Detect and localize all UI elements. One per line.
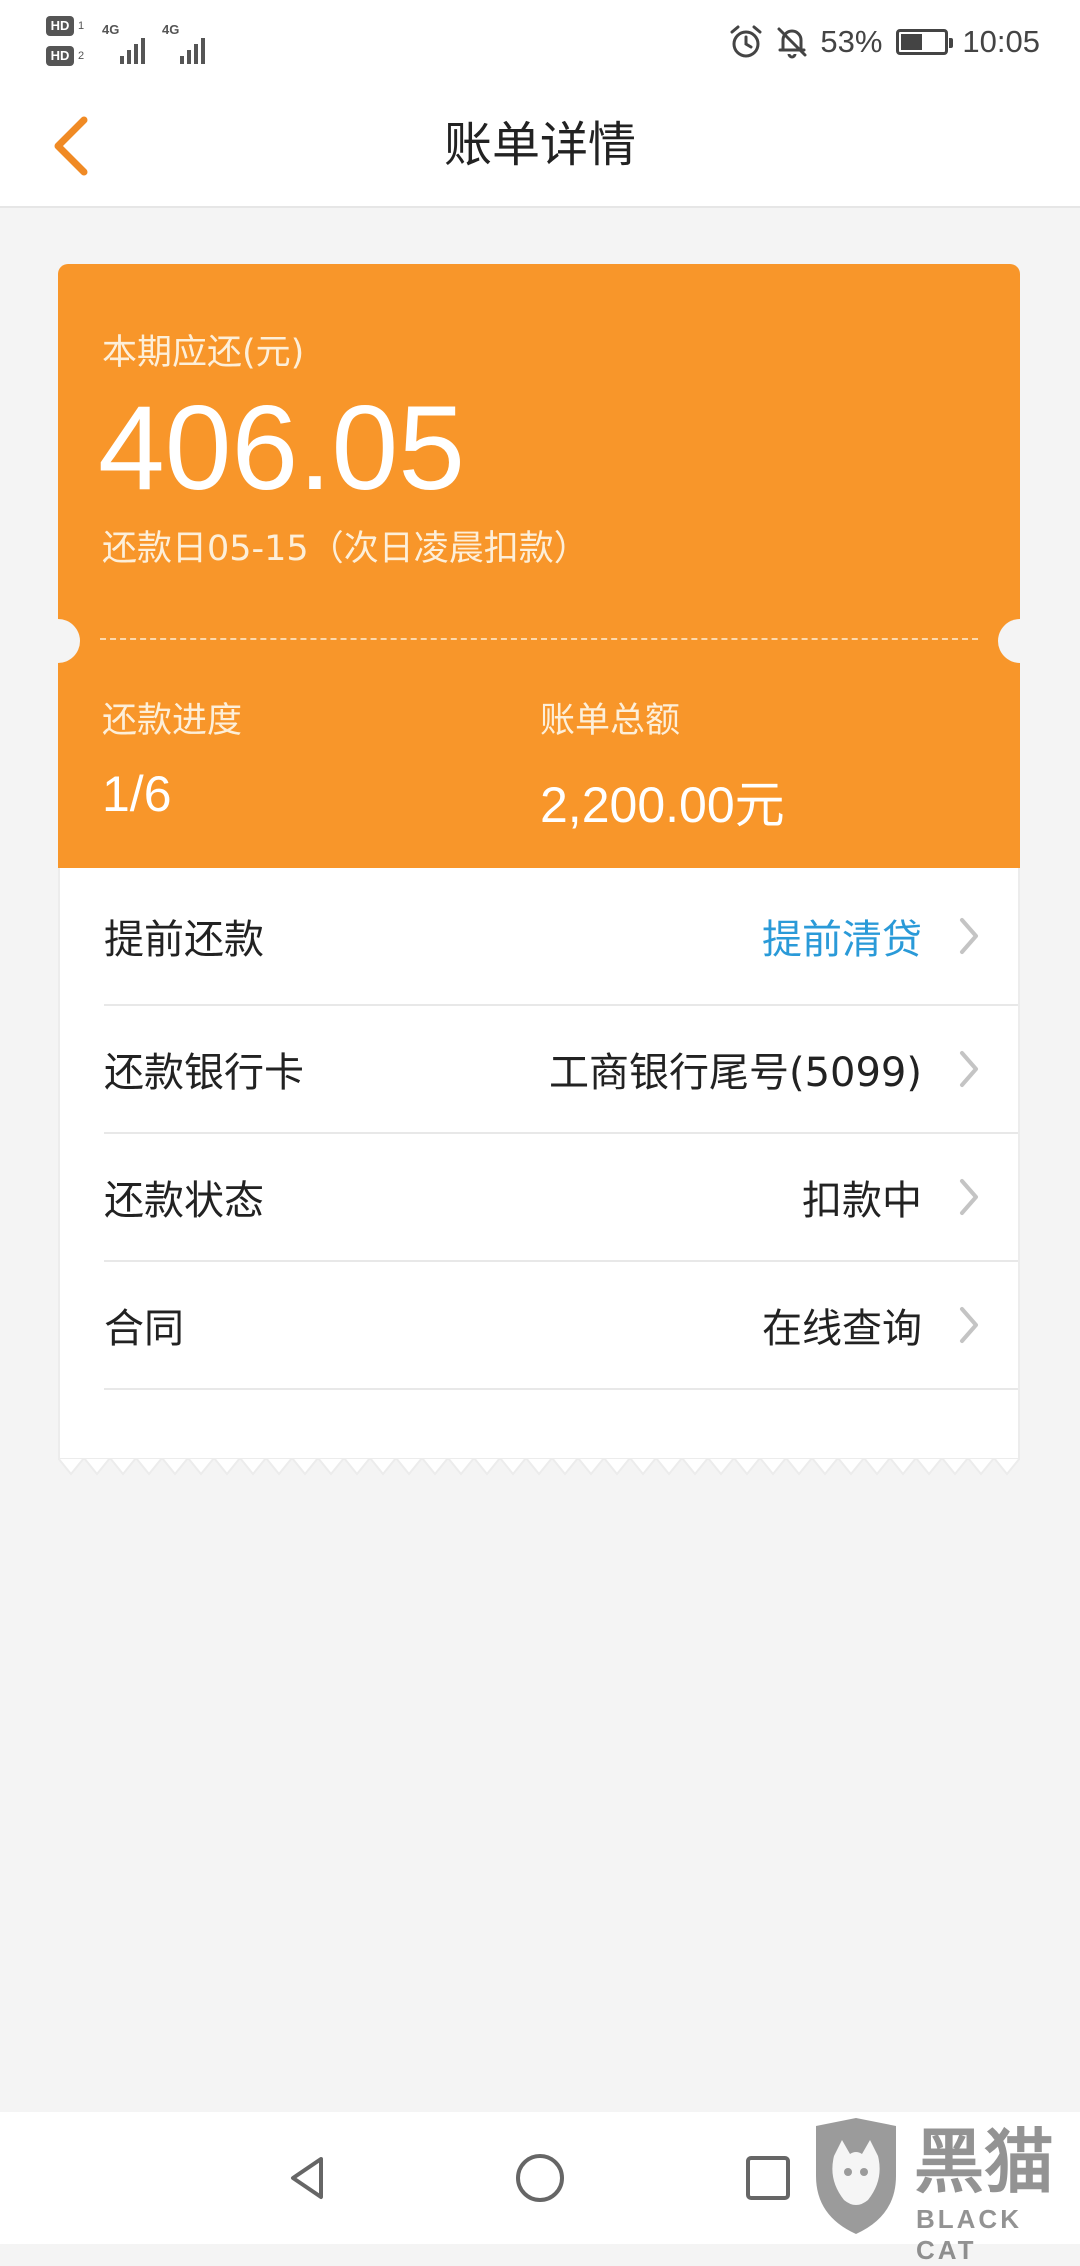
chevron-right-icon	[954, 1176, 984, 1218]
ticket-notch-right	[998, 619, 1042, 663]
bell-off-icon	[774, 24, 810, 60]
row-contract[interactable]: 合同 在线查询	[104, 1262, 1018, 1390]
bill-card: 本期应还(元) 406.05 还款日05-15（次日凌晨扣款） 还款进度 1/6…	[36, 264, 1042, 1476]
chevron-right-icon	[954, 1304, 984, 1346]
progress-label: 还款进度	[102, 701, 243, 741]
signal-bars-2-icon	[180, 34, 212, 64]
black-cat-watermark: 黑猫 BLACK CAT	[806, 2108, 1080, 2265]
row-value: 在线查询	[762, 1306, 922, 1352]
row-label: 还款银行卡	[104, 1050, 304, 1096]
hd1-badge: HD	[46, 16, 74, 36]
clock-time: 10:05	[962, 24, 1040, 59]
row-early-repayment[interactable]: 提前还款 提前清贷	[104, 868, 1018, 1006]
total-value: 2,200.00元	[540, 777, 785, 833]
total-label: 账单总额	[540, 701, 681, 741]
nav-home-button[interactable]	[508, 2146, 572, 2210]
progress-value: 1/6	[102, 766, 172, 822]
network-type-1: 4G	[102, 22, 120, 37]
due-amount: 406.05	[98, 381, 466, 515]
nav-back-button[interactable]	[276, 2146, 340, 2210]
signal-sim2: 4G	[162, 22, 212, 66]
network-type-2: 4G	[162, 22, 180, 37]
battery-icon	[896, 29, 954, 55]
triangle-back-icon	[291, 2157, 323, 2199]
signal-sim1: 4G	[102, 22, 152, 66]
nav-recent-button[interactable]	[736, 2146, 800, 2210]
battery-level-fill	[901, 34, 923, 50]
due-amount-label: 本期应还(元)	[102, 333, 305, 373]
hd2-badge: HD	[46, 46, 74, 66]
watermark-text-en: BLACK CAT	[916, 2204, 1022, 2265]
row-label: 提前还款	[104, 917, 264, 963]
row-value: 工商银行尾号(5099)	[548, 1050, 922, 1096]
bill-options-list: 提前还款 提前清贷 还款银行卡 工商银行尾号(5099) 还款状态 扣款中 合同…	[58, 868, 1020, 1458]
status-right-indicators: 53% 10:05	[728, 16, 1040, 68]
bill-summary: 本期应还(元) 406.05 还款日05-15（次日凌晨扣款） 还款进度 1/6…	[36, 264, 1042, 868]
signal-bars-1-icon	[120, 34, 152, 64]
row-label: 合同	[104, 1306, 184, 1352]
early-payoff-link[interactable]: 提前清贷	[762, 907, 922, 965]
row-repayment-status[interactable]: 还款状态 扣款中	[104, 1134, 1018, 1262]
row-bank-card[interactable]: 还款银行卡 工商银行尾号(5099)	[104, 1006, 1018, 1134]
repayment-progress: 还款进度 1/6	[102, 692, 242, 823]
receipt-zigzag-edge	[58, 1458, 1020, 1476]
status-bar: HD 1 HD 2 4G 4G 53% 10:05	[0, 0, 1080, 84]
dashed-divider	[100, 638, 978, 640]
chevron-right-icon	[954, 915, 984, 957]
hd2-sub: 2	[78, 50, 85, 62]
bill-total: 账单总额 2,200.00元	[540, 692, 785, 837]
battery-percent: 53%	[820, 24, 883, 59]
watermark-text-cn: 黑猫	[914, 2121, 1054, 2203]
hd1-sub: 1	[78, 20, 85, 32]
row-value: 扣款中	[802, 1178, 922, 1224]
chevron-right-icon	[954, 1048, 984, 1090]
row-label: 还款状态	[104, 1178, 264, 1224]
page-title: 账单详情	[443, 117, 636, 173]
due-date: 还款日05-15（次日凌晨扣款）	[102, 529, 589, 569]
status-left-indicators: HD 1 HD 2 4G 4G	[46, 14, 226, 74]
alarm-icon	[728, 24, 764, 60]
square-recent-icon	[746, 2156, 790, 2200]
circle-home-icon	[516, 2154, 564, 2202]
ticket-notch-left	[36, 619, 80, 663]
cat-shield-logo-icon	[816, 2118, 896, 2234]
app-header: 账单详情	[0, 84, 1080, 208]
